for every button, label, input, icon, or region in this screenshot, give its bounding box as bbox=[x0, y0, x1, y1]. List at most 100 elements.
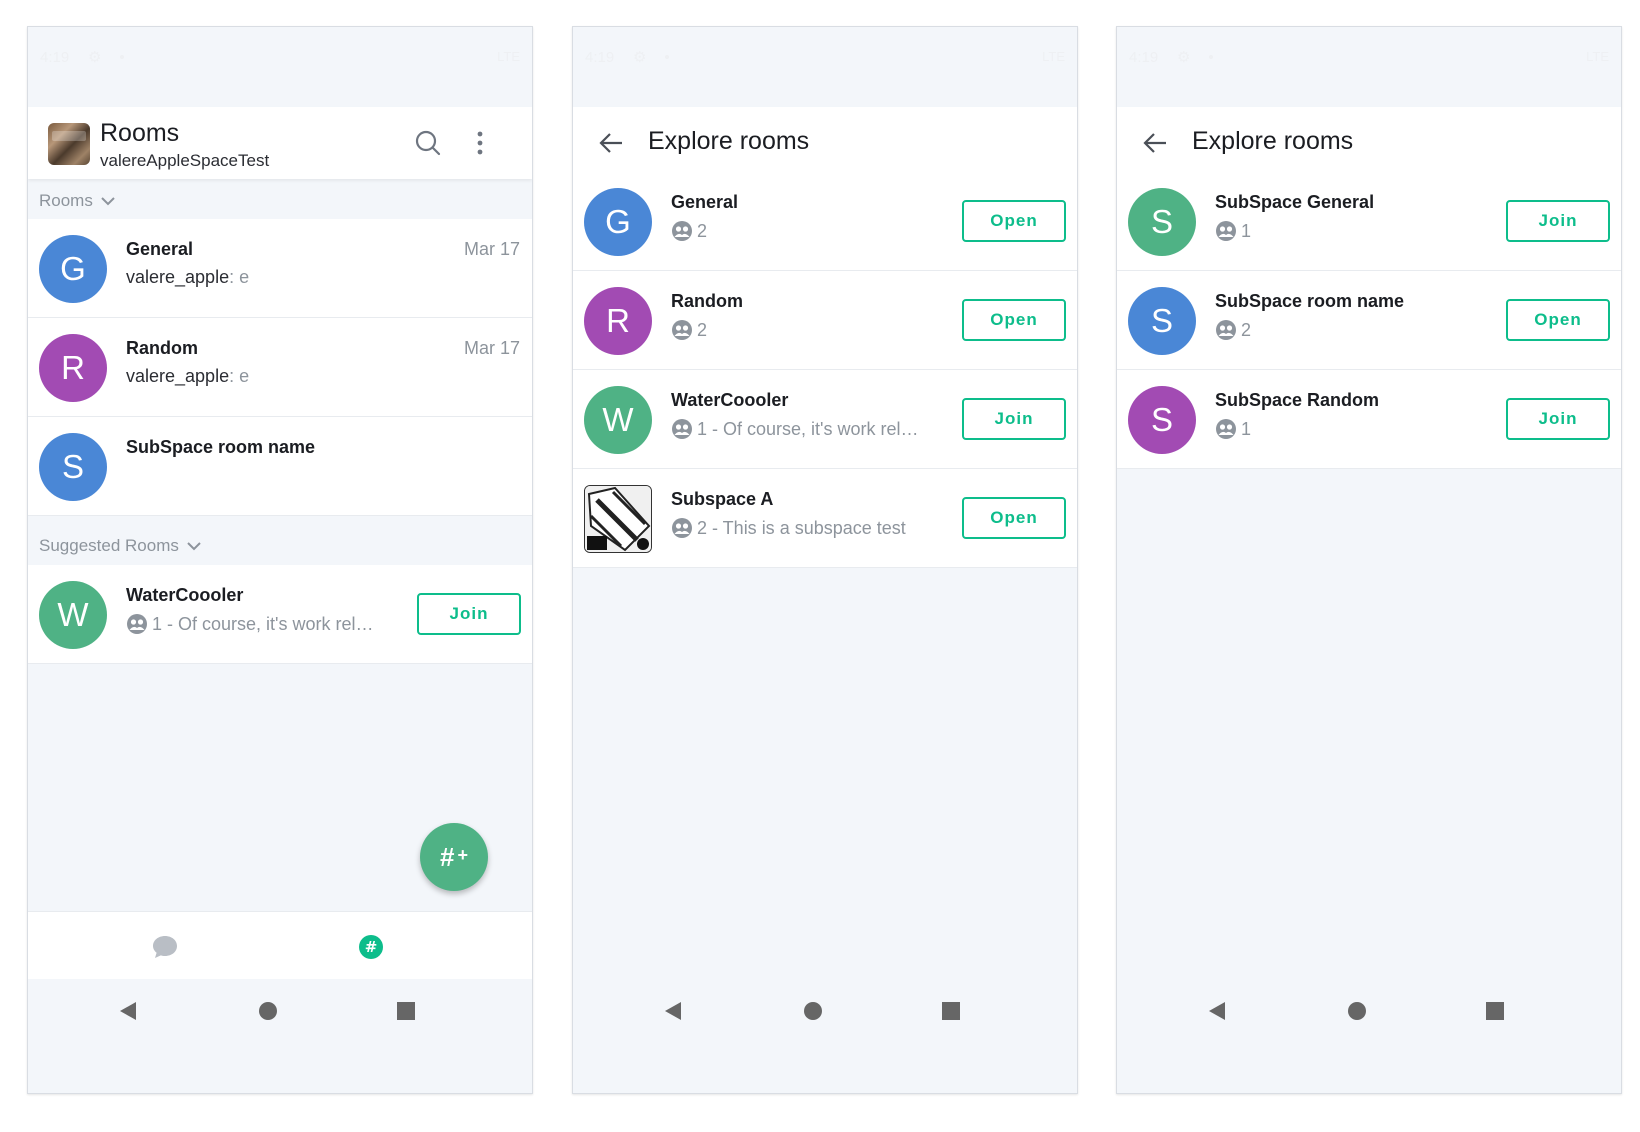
room-meta: 1 - Of course, it's work relat… bbox=[126, 613, 382, 635]
app-bar: Rooms valereAppleSpaceTest bbox=[28, 107, 532, 179]
suggested-rooms-section-header[interactable]: Suggested Rooms bbox=[39, 536, 201, 556]
member-count: 1 bbox=[1241, 418, 1252, 439]
members-icon bbox=[1215, 319, 1237, 341]
page-title: Rooms bbox=[100, 119, 180, 147]
hash-icon: # bbox=[440, 841, 455, 872]
network-status: LTE bbox=[497, 49, 520, 64]
open-button[interactable]: Open bbox=[962, 299, 1066, 341]
room-meta: 2 bbox=[671, 319, 707, 341]
settings-status-icon: ⚙ bbox=[88, 49, 102, 66]
member-count: 2 bbox=[697, 220, 708, 241]
room-avatar: S bbox=[39, 433, 107, 501]
system-recents-icon[interactable] bbox=[1483, 999, 1507, 1023]
room-last-message: valere_apple: e bbox=[126, 267, 249, 288]
system-navigation-bar bbox=[28, 979, 532, 1039]
members-icon bbox=[671, 418, 693, 440]
system-back-icon[interactable] bbox=[661, 999, 685, 1023]
join-button[interactable]: Join bbox=[417, 593, 521, 635]
room-avatar: R bbox=[39, 334, 107, 402]
open-button[interactable]: Open bbox=[1506, 299, 1610, 341]
explore-room-subspace-random[interactable]: S SubSpace Random 1 Join bbox=[1117, 370, 1621, 469]
room-meta: 1 - Of course, it's work relat… bbox=[671, 418, 927, 440]
chevron-down-icon bbox=[101, 197, 115, 206]
room-avatar: W bbox=[39, 581, 107, 649]
join-button[interactable]: Join bbox=[962, 398, 1066, 440]
bottom-navigation: # bbox=[28, 911, 532, 982]
room-topic: 1 - Of course, it's work relat… bbox=[152, 613, 382, 634]
plus-icon: + bbox=[457, 844, 468, 865]
system-back-icon[interactable] bbox=[116, 999, 140, 1023]
room-meta: 1 bbox=[1215, 418, 1251, 440]
open-button[interactable]: Open bbox=[962, 497, 1066, 539]
notification-dot-icon bbox=[1209, 55, 1213, 59]
message-sender: valere_apple bbox=[126, 366, 230, 386]
room-meta: 1 bbox=[1215, 220, 1251, 242]
room-item-subspace[interactable]: S SubSpace room name bbox=[28, 417, 532, 516]
system-recents-icon[interactable] bbox=[394, 999, 418, 1023]
rooms-section-header[interactable]: Rooms bbox=[39, 191, 115, 211]
back-arrow-icon[interactable] bbox=[595, 127, 627, 159]
room-avatar: S bbox=[1128, 386, 1196, 454]
app-bar: Explore rooms bbox=[1117, 107, 1621, 179]
status-bar: 4:19 ⚙ LTE bbox=[573, 27, 1077, 107]
system-home-icon[interactable] bbox=[1345, 999, 1369, 1023]
explore-room-subspace-room-name[interactable]: S SubSpace room name 2 Open bbox=[1117, 271, 1621, 370]
members-icon bbox=[1215, 220, 1237, 242]
explore-room-watercooler[interactable]: W WaterCoooler 1 - Of course, it's work … bbox=[573, 370, 1077, 469]
room-name: General bbox=[126, 239, 194, 259]
settings-status-icon: ⚙ bbox=[1177, 49, 1191, 66]
network-status: LTE bbox=[1586, 49, 1609, 64]
room-name: WaterCoooler bbox=[126, 585, 244, 605]
room-name: SubSpace room name bbox=[126, 437, 316, 457]
join-button[interactable]: Join bbox=[1506, 398, 1610, 440]
system-navigation-bar bbox=[1117, 979, 1621, 1039]
create-room-fab[interactable]: # + bbox=[420, 823, 488, 891]
room-name: Subspace A bbox=[671, 489, 774, 509]
svg-text:#: # bbox=[365, 938, 378, 956]
status-time: 4:19 bbox=[1129, 49, 1159, 66]
open-button[interactable]: Open bbox=[962, 200, 1066, 242]
space-avatar[interactable] bbox=[48, 123, 90, 165]
system-back-icon[interactable] bbox=[1205, 999, 1229, 1023]
room-name: Random bbox=[126, 338, 198, 358]
system-home-icon[interactable] bbox=[801, 999, 825, 1023]
explore-subspace-rooms-screen: 4:19 ⚙ LTE Explore rooms S SubSpace Gene… bbox=[1116, 26, 1622, 1094]
explore-room-random[interactable]: R Random 2 Open bbox=[573, 271, 1077, 370]
settings-status-icon: ⚙ bbox=[633, 49, 647, 66]
member-count: 2 bbox=[697, 319, 708, 340]
notification-dot-icon bbox=[665, 55, 669, 59]
room-avatar: R bbox=[584, 287, 652, 355]
join-button[interactable]: Join bbox=[1506, 200, 1610, 242]
system-recents-icon[interactable] bbox=[939, 999, 963, 1023]
room-topic: 2 - This is a subspace test bbox=[697, 517, 906, 538]
room-name: Random bbox=[671, 291, 743, 311]
room-name: WaterCoooler bbox=[671, 390, 789, 410]
chat-icon[interactable] bbox=[150, 932, 180, 962]
space-name: valereAppleSpaceTest bbox=[100, 151, 270, 170]
room-item-random[interactable]: R Random Mar 17 valere_apple: e bbox=[28, 318, 532, 417]
explore-room-general[interactable]: G General 2 Open bbox=[573, 172, 1077, 271]
system-navigation-bar bbox=[573, 979, 1077, 1039]
explore-rooms-screen: 4:19 ⚙ LTE Explore rooms G General 2 Ope… bbox=[572, 26, 1078, 1094]
room-meta: 2 - This is a subspace test bbox=[671, 517, 906, 539]
suggested-room-watercooler[interactable]: W WaterCoooler 1 - Of course, it's work … bbox=[28, 565, 532, 664]
message-sender: valere_apple bbox=[126, 267, 230, 287]
overflow-menu-icon[interactable] bbox=[464, 127, 496, 159]
room-avatar: G bbox=[39, 235, 107, 303]
explore-room-subspace-general[interactable]: S SubSpace General 1 Join bbox=[1117, 172, 1621, 271]
app-bar: Explore rooms bbox=[573, 107, 1077, 179]
members-icon bbox=[671, 220, 693, 242]
room-avatar: S bbox=[1128, 188, 1196, 256]
rooms-section-label: Rooms bbox=[39, 191, 93, 210]
explore-room-subspace-a[interactable]: Subspace A 2 - This is a subspace test O… bbox=[573, 469, 1077, 568]
search-icon[interactable] bbox=[412, 127, 444, 159]
back-arrow-icon[interactable] bbox=[1139, 127, 1171, 159]
room-item-general[interactable]: G General Mar 17 valere_apple: e bbox=[28, 219, 532, 318]
hash-nav-icon[interactable]: # bbox=[356, 932, 386, 962]
notification-dot-icon bbox=[120, 55, 124, 59]
system-home-icon[interactable] bbox=[256, 999, 280, 1023]
status-time: 4:19 bbox=[40, 49, 70, 66]
rooms-screen: 4:19 ⚙ LTE Rooms valereAppleSpaceTest Ro… bbox=[27, 26, 533, 1094]
room-avatar: G bbox=[584, 188, 652, 256]
subspace-avatar-image bbox=[584, 485, 652, 553]
